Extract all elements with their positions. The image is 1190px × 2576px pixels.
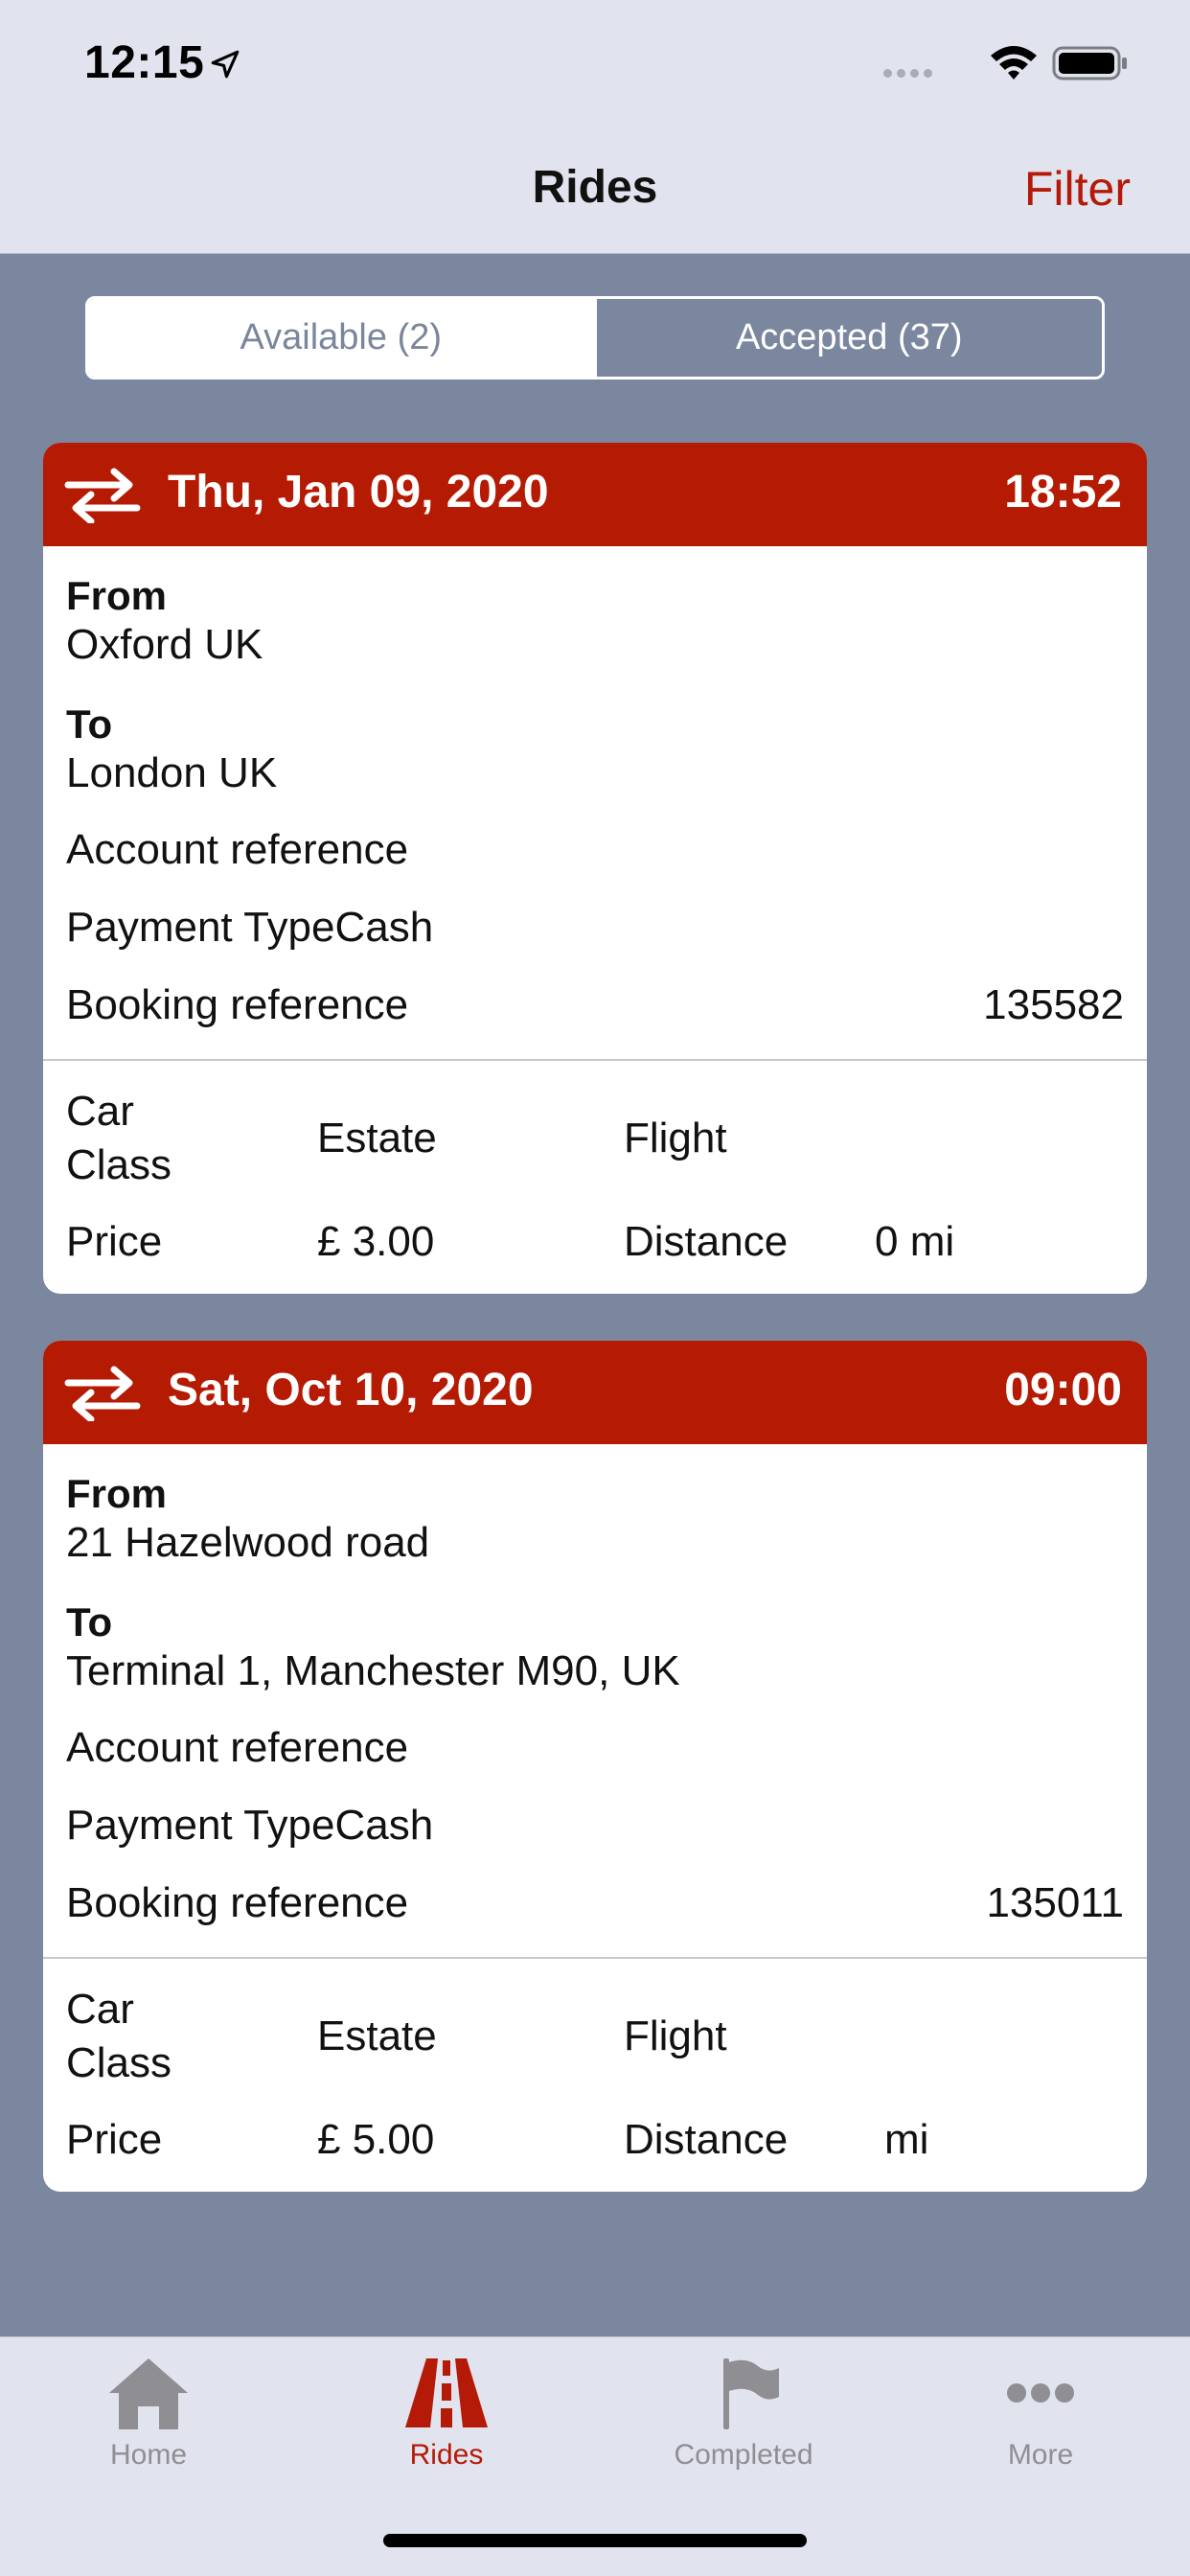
booking-reference-label: Booking reference: [66, 981, 409, 1028]
status-bar: 12:15: [0, 0, 1190, 134]
home-icon: [109, 2358, 188, 2429]
wifi-icon: [991, 46, 1037, 80]
to-value: Terminal 1, Manchester M90, UK: [66, 1647, 680, 1694]
from-label: From: [66, 573, 167, 618]
status-indicators: [883, 42, 1190, 80]
ride-time: 09:00: [1004, 1365, 1122, 1415]
home-indicator[interactable]: [383, 2534, 807, 2547]
navigation-bar: Rides Filter: [0, 134, 1190, 254]
flight-label: Flight: [624, 1115, 727, 1162]
tab-completed[interactable]: Completed: [648, 2355, 839, 2472]
car-class-label: Car Class: [66, 1088, 172, 1188]
filter-button[interactable]: Filter: [1024, 161, 1131, 217]
ride-date: Thu, Jan 09, 2020: [168, 467, 549, 518]
from-value: Oxford UK: [66, 621, 263, 668]
ride-card-header: Thu, Jan 09, 2020 18:52: [43, 443, 1147, 546]
tab-label: Completed: [674, 2439, 813, 2471]
booking-reference-value: 135011: [986, 1879, 1124, 1926]
price-value: £ 3.00: [317, 1218, 435, 1265]
booking-reference-value: 135582: [983, 981, 1124, 1028]
location-arrow-icon: [211, 50, 240, 79]
booking-reference-label: Booking reference: [66, 1879, 409, 1926]
price-label: Price: [66, 2116, 163, 2163]
car-class-value: Estate: [317, 2012, 437, 2059]
ride-card-header: Sat, Oct 10, 2020 09:00: [43, 1341, 1147, 1444]
tab-more[interactable]: More: [945, 2355, 1136, 2472]
ride-card[interactable]: Sat, Oct 10, 2020 09:00 From 21 Hazelwoo…: [43, 1341, 1147, 2192]
top-bar: 12:15 Rides Filter: [0, 0, 1190, 254]
battery-icon: [1052, 46, 1127, 80]
account-reference-label: Account reference: [66, 1724, 409, 1771]
price-label: Price: [66, 1218, 163, 1265]
price-value: £ 5.00: [317, 2116, 435, 2163]
distance-value: mi: [884, 2116, 929, 2163]
ride-date: Sat, Oct 10, 2020: [168, 1365, 534, 1415]
flight-label: Flight: [624, 2012, 727, 2059]
card-divider: [43, 1957, 1147, 1959]
to-label: To: [66, 1599, 113, 1644]
card-divider: [43, 1059, 1147, 1061]
ride-card[interactable]: Thu, Jan 09, 2020 18:52 From Oxford UK T…: [43, 443, 1147, 1294]
account-reference-label: Account reference: [66, 826, 409, 873]
from-label: From: [66, 1471, 167, 1516]
tab-label: Home: [109, 2439, 188, 2471]
road-icon: [405, 2358, 488, 2427]
swap-arrows-icon: [64, 468, 141, 523]
rides-segmented-control: Available (2) Accepted (37): [85, 296, 1105, 380]
flag-icon: [723, 2358, 779, 2429]
tab-home[interactable]: Home: [53, 2355, 244, 2472]
payment-type-label: Payment TypeCash: [66, 904, 434, 951]
status-time: 12:15: [84, 37, 205, 88]
to-value: London UK: [66, 749, 278, 796]
segment-available[interactable]: Available (2): [88, 299, 594, 377]
from-value: 21 Hazelwood road: [66, 1519, 430, 1566]
swap-arrows-icon: [64, 1366, 141, 1421]
tab-label: More: [1007, 2439, 1074, 2471]
payment-type-label: Payment TypeCash: [66, 1802, 434, 1849]
ride-time: 18:52: [1004, 467, 1122, 518]
signal-icon: [883, 65, 937, 82]
car-class-value: Estate: [317, 1115, 437, 1162]
more-icon: [1007, 2383, 1074, 2403]
car-class-label: Car Class: [66, 1986, 172, 2086]
segment-accepted[interactable]: Accepted (37): [593, 299, 1102, 377]
distance-value: 0 mi: [875, 1218, 955, 1265]
page-title: Rides: [532, 162, 658, 213]
distance-label: Distance: [624, 2116, 789, 2163]
tab-label: Rides: [409, 2439, 484, 2471]
to-label: To: [66, 702, 113, 747]
tab-rides[interactable]: Rides: [351, 2355, 542, 2472]
distance-label: Distance: [624, 1218, 789, 1265]
